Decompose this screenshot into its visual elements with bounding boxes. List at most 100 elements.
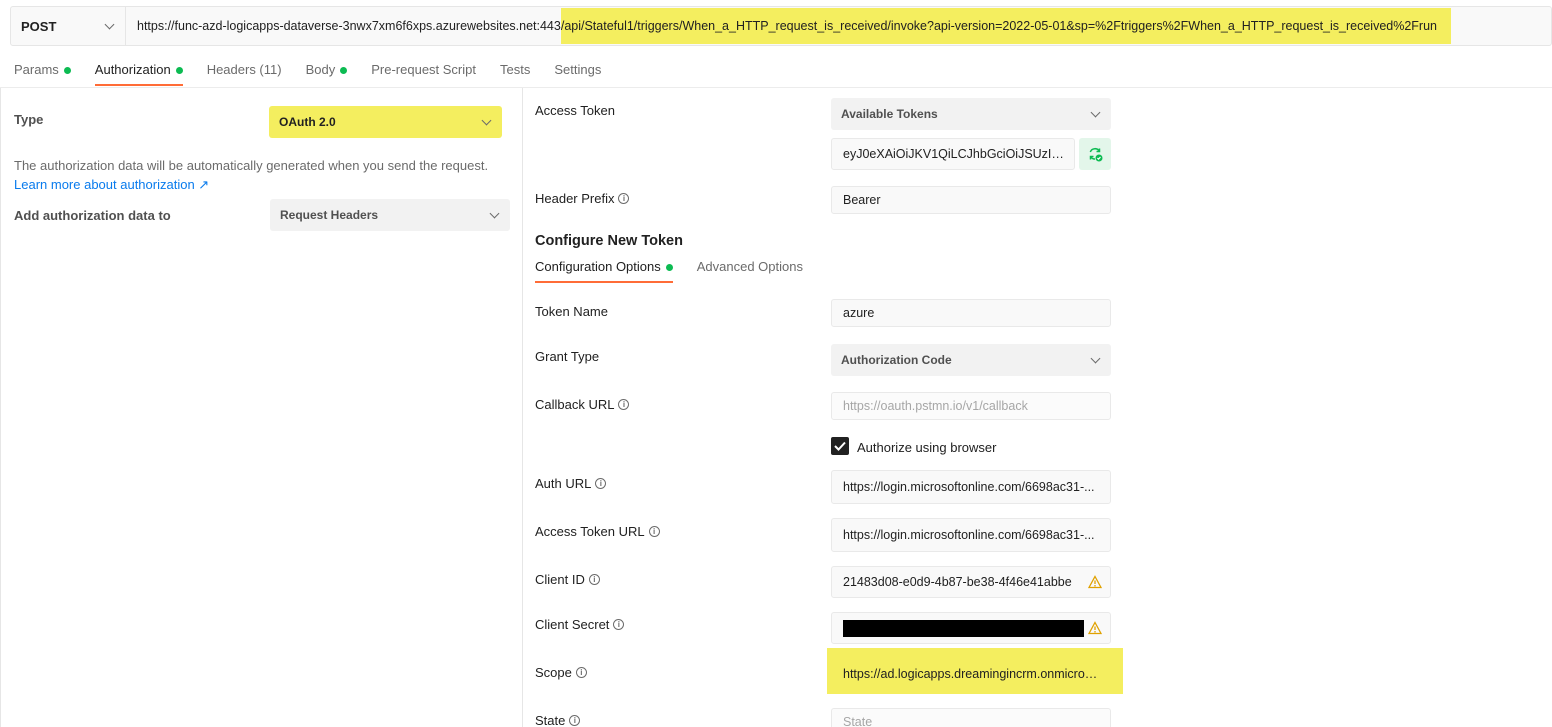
check-icon: [834, 441, 846, 451]
auth-url-input[interactable]: https://login.microsoftonline.com/6698ac…: [831, 470, 1111, 504]
scope-label-text: Scope: [535, 665, 572, 680]
chevron-down-icon: [1090, 353, 1101, 363]
client-id-input[interactable]: 21483d08-e0d9-4b87-be38-4f46e41abbe: [831, 566, 1111, 598]
access-token-label: Access Token: [535, 103, 615, 118]
method-select[interactable]: POST: [11, 7, 126, 45]
client-secret-masked: [843, 619, 1088, 637]
client-id-value: 21483d08-e0d9-4b87-be38-4f46e41abbe: [843, 575, 1072, 589]
url-input[interactable]: https://func-azd-logicapps-dataverse-3nw…: [126, 7, 1452, 45]
available-tokens-select[interactable]: Available Tokens: [831, 98, 1111, 130]
tab-headers[interactable]: Headers (11): [207, 58, 282, 86]
auth-url-value: https://login.microsoftonline.com/6698ac…: [843, 480, 1095, 494]
auth-type-select[interactable]: OAuth 2.0: [269, 106, 502, 138]
sync-icon: [1089, 147, 1103, 162]
tab-body-label: Body: [305, 62, 336, 77]
tab-authorization[interactable]: Authorization: [94, 58, 183, 86]
token-name-value: azure: [843, 306, 875, 320]
tab-params[interactable]: Params: [14, 58, 71, 86]
token-name-label-text: Token Name: [535, 304, 608, 319]
redaction-box: [843, 619, 1084, 637]
configure-new-token-title: Configure New Token: [535, 233, 683, 249]
info-icon[interactable]: i: [595, 478, 607, 489]
state-label: State i: [535, 713, 581, 727]
client-secret-label: Client Secret i: [535, 617, 625, 632]
divider: [0, 87, 1552, 88]
add-auth-to-select[interactable]: Request Headers: [270, 199, 510, 231]
tab-tests[interactable]: Tests: [500, 58, 530, 86]
header-prefix-input[interactable]: Bearer: [831, 186, 1111, 214]
available-tokens-label: Available Tokens: [841, 107, 938, 121]
status-dot: [665, 264, 673, 271]
info-icon[interactable]: i: [575, 667, 587, 678]
client-secret-label-text: Client Secret: [535, 617, 610, 632]
add-auth-to-value: Request Headers: [280, 208, 379, 222]
callback-url-label-text: Callback URL: [535, 397, 615, 412]
token-name-input[interactable]: azure: [831, 299, 1111, 327]
access-token-url-label-text: Access Token URL: [535, 524, 645, 539]
tab-configuration-options[interactable]: Configuration Options: [535, 259, 673, 283]
tab-headers-label: Headers (11): [206, 62, 282, 77]
url-highlighted-path: /api/Stateful1/triggers/When_a_HTTP_requ…: [560, 8, 1452, 44]
info-icon[interactable]: i: [613, 619, 625, 630]
method-label: POST: [21, 18, 57, 34]
tab-params-label: Params: [14, 62, 59, 77]
tab-authorization-label: Authorization: [94, 62, 171, 77]
chevron-down-icon: [1090, 107, 1101, 117]
access-token-label-text: Access Token: [535, 103, 615, 118]
auth-url-label: Auth URL i: [535, 476, 607, 491]
warning-icon[interactable]: [1088, 621, 1102, 635]
configure-subtabs: Configuration Options Advanced Options: [535, 259, 827, 283]
auth-type-label: Type: [14, 112, 44, 127]
tab-pre-request-script-label: Pre-request Script: [371, 62, 476, 77]
tab-settings[interactable]: Settings: [554, 58, 601, 86]
tab-pre-request-script[interactable]: Pre-request Script: [371, 58, 476, 86]
auth-help-text: The authorization data will be automatic…: [14, 158, 489, 173]
chevron-down-icon: [489, 208, 500, 218]
grant-type-value: Authorization Code: [841, 353, 952, 367]
request-tabs: Params Authorization Headers (11) Body P…: [14, 58, 625, 88]
scope-input[interactable]: https://ad.logicapps.dreamingincrm.onmic…: [831, 660, 1111, 688]
info-icon[interactable]: i: [648, 526, 660, 537]
panel-divider[interactable]: [522, 88, 523, 727]
status-dot: [175, 67, 183, 74]
add-auth-to-label: Add authorization data to: [14, 208, 171, 223]
token-sync-button[interactable]: [1079, 138, 1111, 170]
access-token-url-input[interactable]: https://login.microsoftonline.com/6698ac…: [831, 518, 1111, 552]
access-token-field[interactable]: eyJ0eXAiOiJKV1QiLCJhbGciOiJSUzI1NiIsIng1…: [831, 138, 1075, 170]
learn-more-link[interactable]: Learn more about authorization ↗: [14, 177, 209, 193]
header-prefix-value: Bearer: [843, 193, 881, 207]
divider: [0, 88, 1, 727]
chevron-down-icon: [104, 19, 115, 29]
scope-label: Scope i: [535, 665, 587, 680]
access-token-value: eyJ0eXAiOiJKV1QiLCJhbGciOiJSUzI1NiIsIng1…: [843, 147, 1074, 161]
tab-body[interactable]: Body: [306, 58, 348, 86]
grant-type-label-text: Grant Type: [535, 349, 600, 364]
tab-settings-label: Settings: [554, 62, 602, 77]
authorize-browser-label: Authorize using browser: [857, 440, 997, 455]
warning-icon[interactable]: [1088, 575, 1102, 589]
state-label-text: State: [535, 713, 566, 727]
info-icon[interactable]: i: [618, 399, 630, 410]
tab-advanced-options[interactable]: Advanced Options: [697, 259, 803, 283]
access-token-url-label: Access Token URL i: [535, 524, 660, 539]
access-token-url-value: https://login.microsoftonline.com/6698ac…: [843, 528, 1095, 542]
info-icon[interactable]: i: [569, 715, 581, 726]
authorize-browser-checkbox[interactable]: [831, 437, 849, 455]
info-icon[interactable]: i: [588, 574, 600, 585]
state-input[interactable]: State: [831, 708, 1111, 727]
info-icon[interactable]: i: [618, 193, 630, 204]
status-dot: [340, 67, 348, 74]
tab-tests-label: Tests: [500, 62, 531, 77]
chevron-down-icon: [481, 115, 492, 125]
scope-value: https://ad.logicapps.dreamingincrm.onmic…: [843, 667, 1110, 681]
state-placeholder: State: [843, 715, 873, 727]
callback-url-value: https://oauth.pstmn.io/v1/callback: [843, 399, 1028, 413]
url-prefix: https://func-azd-logicapps-dataverse-3nw…: [137, 19, 561, 33]
client-secret-input[interactable]: [831, 612, 1111, 644]
grant-type-select[interactable]: Authorization Code: [831, 344, 1111, 376]
callback-url-input[interactable]: https://oauth.pstmn.io/v1/callback: [831, 392, 1111, 420]
token-name-label: Token Name: [535, 304, 608, 319]
callback-url-label: Callback URL i: [535, 397, 630, 412]
grant-type-label: Grant Type: [535, 349, 599, 364]
tab-advanced-options-label: Advanced Options: [696, 259, 803, 274]
